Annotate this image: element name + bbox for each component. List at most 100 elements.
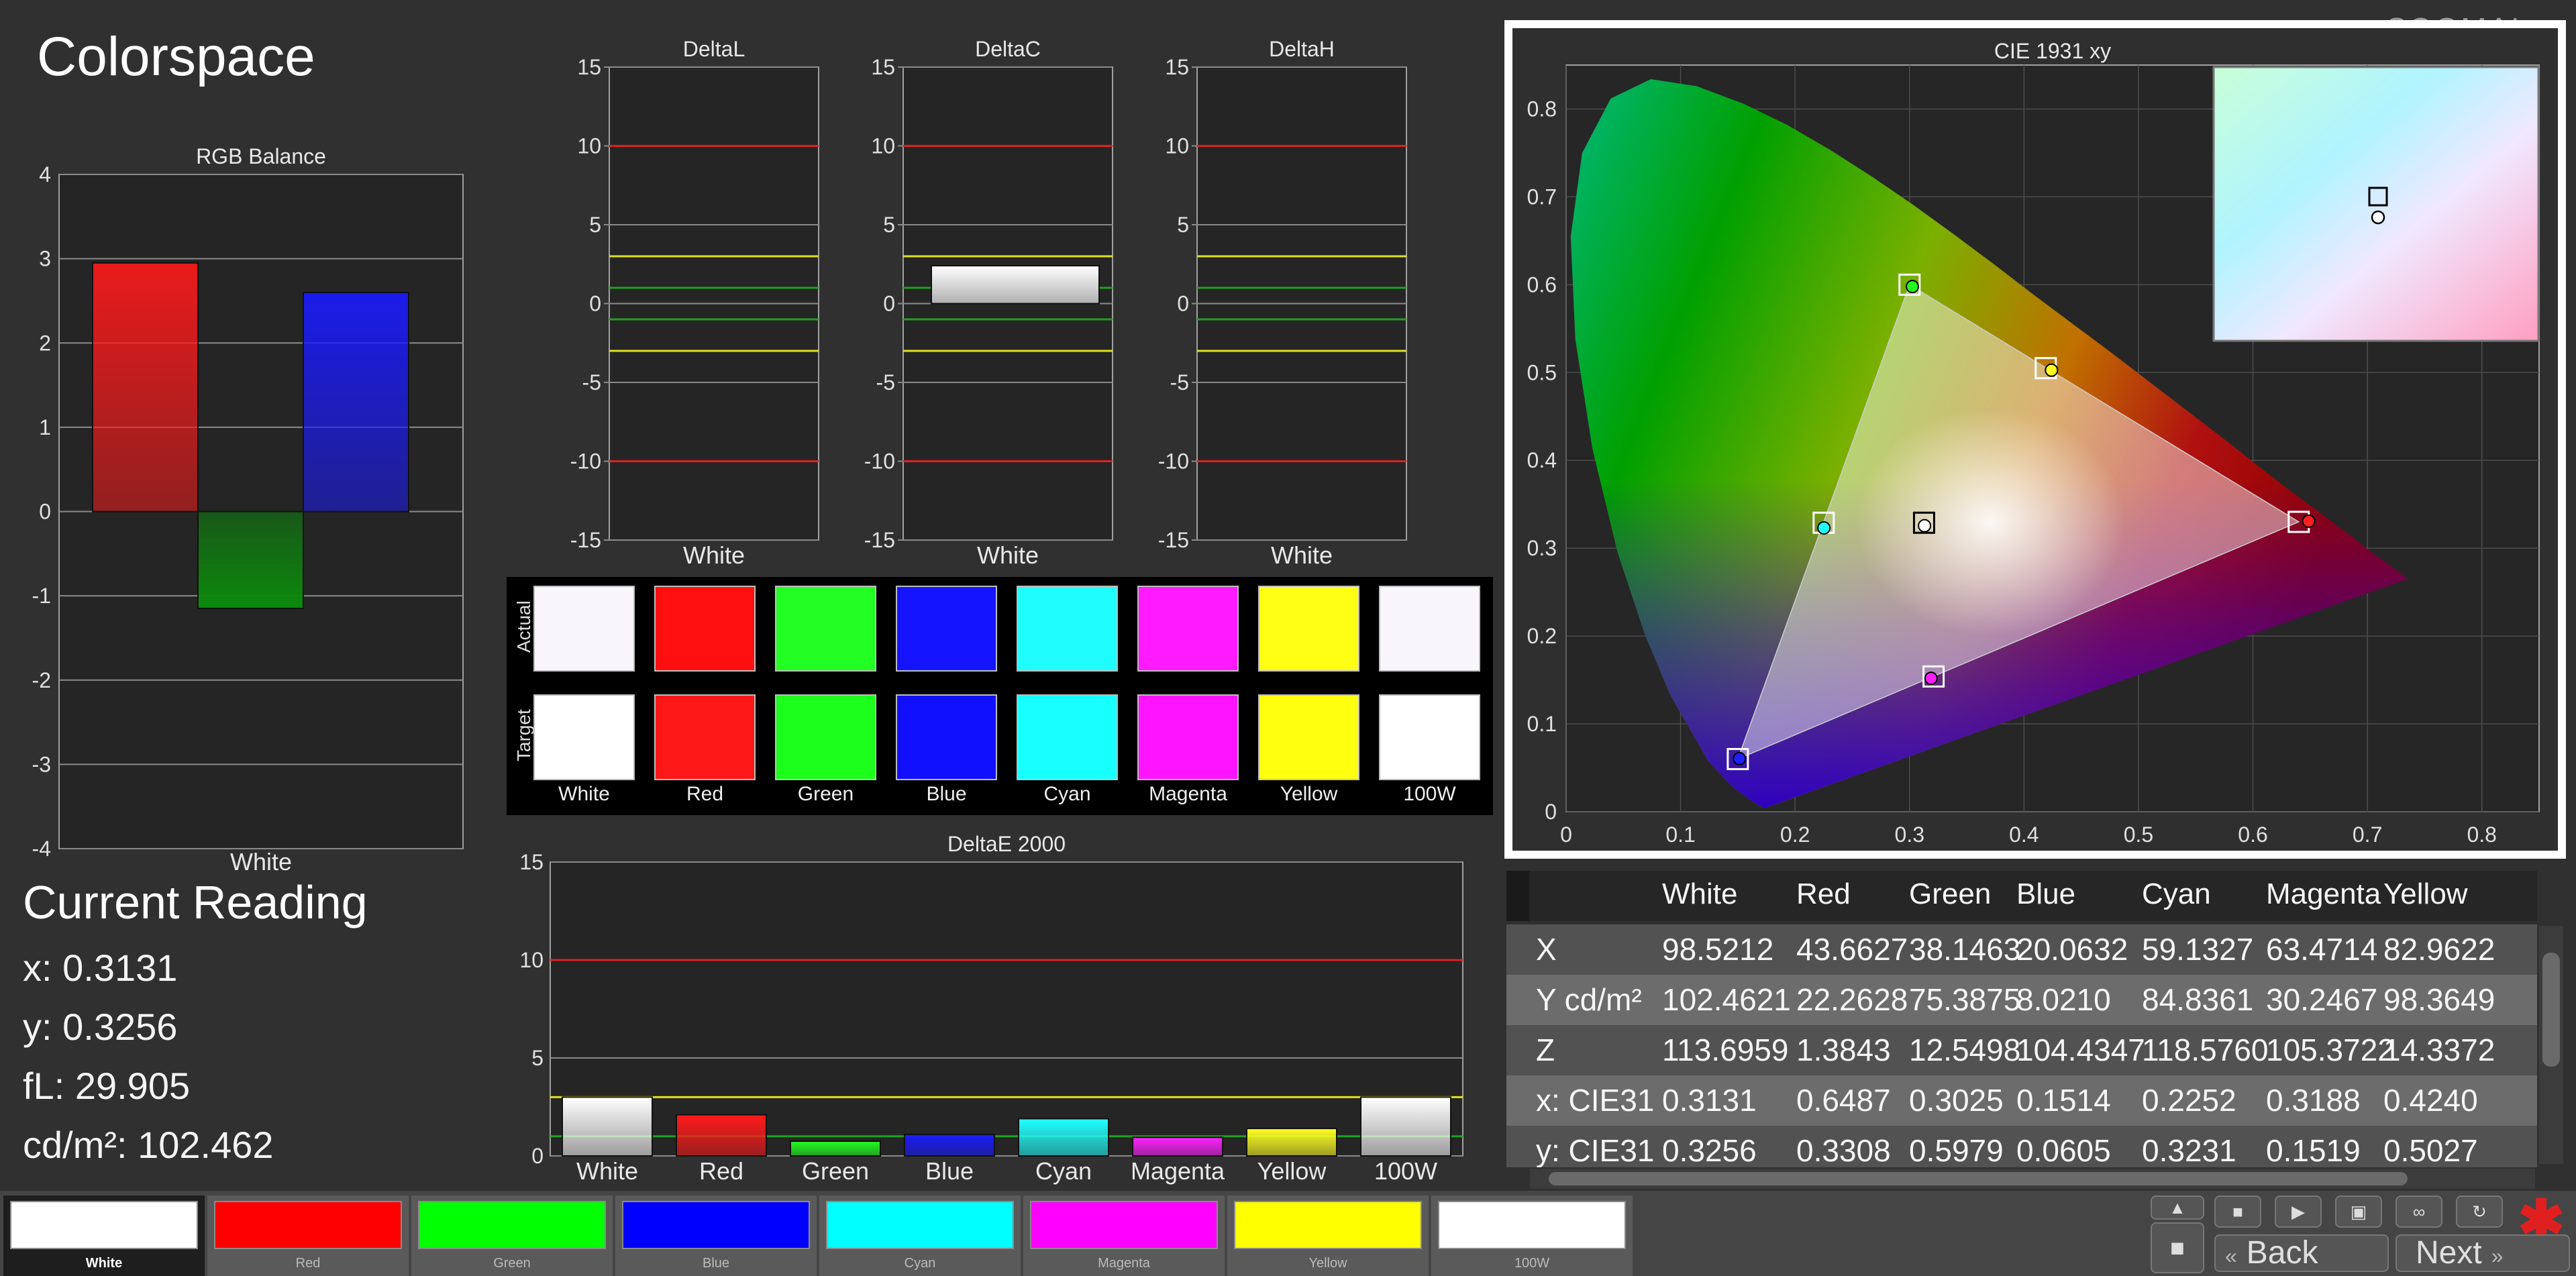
scroll-up-button[interactable]: ▲ [2151, 1195, 2204, 1220]
patch-button-100w[interactable]: 100W [1431, 1195, 1633, 1276]
deltaH-y-tick: -5 [1170, 370, 1189, 394]
table-cell: 1.3843 [1796, 1032, 1891, 1067]
chevron-right-icon: » [2491, 1244, 2504, 1268]
deltaH-y-tick: 5 [1177, 213, 1189, 237]
deltaH-y-tick: 0 [1177, 292, 1189, 316]
delta-e-x-label: Green [802, 1157, 869, 1185]
save-icon[interactable]: ▣ [2335, 1195, 2382, 1228]
patch-button-magenta[interactable]: Magenta [1023, 1195, 1225, 1276]
cie-y-tick: 0.2 [1527, 624, 1557, 648]
delta-e-y-tick: 0 [531, 1144, 544, 1168]
swatch-actual-white [533, 586, 635, 672]
deltaC-x-label: White [977, 541, 1039, 569]
table-cell: 38.1463 [1909, 932, 2021, 967]
patch-button-green[interactable]: Green [411, 1195, 613, 1276]
delta-e-x-label: Yellow [1257, 1157, 1327, 1185]
stop-icon[interactable]: ■ [2214, 1195, 2261, 1228]
swatch-target-100w [1379, 694, 1480, 780]
reading-y: y: 0.3256 [23, 1006, 178, 1048]
deltaL-y-tick: -10 [570, 449, 601, 474]
back-button[interactable]: « Back [2214, 1234, 2389, 1272]
deltaC-y-tick: 15 [871, 55, 895, 79]
delta-l-chart: DeltaL 15 10 5 0 -5 -10 -15 White [570, 37, 819, 569]
deltaC-y-tick: 10 [871, 134, 895, 158]
deltaH-title: DeltaH [1269, 37, 1335, 61]
patch-button-yellow[interactable]: Yellow [1227, 1195, 1429, 1276]
patch-button-white[interactable]: White [3, 1195, 205, 1276]
next-button[interactable]: Next » [2395, 1234, 2570, 1272]
rgb-y-tick: 0 [39, 500, 51, 524]
cie-zoom-measured-point [2371, 210, 2385, 225]
cie-y-tick: 0.5 [1527, 360, 1557, 384]
delta-e-x-label: 100W [1374, 1157, 1437, 1185]
cie-measured-point [1924, 672, 1938, 686]
table-vertical-scrollbar[interactable] [2539, 926, 2563, 1164]
delta-e-plot-area [550, 861, 1463, 1157]
delta-e-bar-red [676, 1114, 767, 1157]
rgb-y-tick: 4 [39, 162, 51, 187]
cie-x-tick: 0.1 [1665, 822, 1695, 847]
cie-y-tick: 0.1 [1527, 712, 1557, 736]
table-row[interactable]: Y cd/m² 102.4621 22.2628 75.3875 8.0210 84.83… [1506, 975, 2537, 1025]
patch-button-red[interactable]: Red [207, 1195, 409, 1276]
table-row[interactable]: x: CIE31 0.3131 0.6487 0.3025 0.1514 0.2252 0.… [1506, 1075, 2537, 1126]
loop-icon[interactable]: ∞ [2395, 1195, 2442, 1228]
table-row[interactable]: Z 113.6959 1.3843 12.5498 104.4347 118.5760 10… [1506, 1025, 2537, 1075]
table-cell: 102.4621 [1662, 982, 1791, 1017]
stop-square-button[interactable]: ■ [2151, 1222, 2204, 1273]
table-row[interactable]: X 98.5212 43.6627 38.1463 20.0632 59.1327 63.4… [1506, 924, 2537, 975]
measurement-table: White Red Green Blue Cyan Magenta Yellow X 98.52… [1506, 871, 2537, 1167]
horizontal-scroll-thumb[interactable] [1549, 1172, 2408, 1185]
delta-e-bar-100w [1360, 1096, 1451, 1157]
patch-label: Blue [702, 1256, 730, 1271]
patch-color [418, 1201, 606, 1249]
table-cell: 63.4714 [2266, 932, 2378, 967]
cie-y-tick: 0.4 [1527, 448, 1557, 472]
patch-label: Red [295, 1256, 321, 1271]
table-cell: 43.6627 [1796, 932, 1908, 967]
cie-x-tick: 0 [1560, 822, 1572, 847]
table-cell: 75.3875 [1909, 982, 2021, 1017]
table-cell: 22.2628 [1796, 982, 1908, 1017]
deltaC-y-tick: 5 [883, 213, 895, 237]
swatch-target-white [533, 694, 635, 780]
deltaC-y-tick: -10 [864, 449, 895, 474]
cie-y-tick: 0.7 [1527, 184, 1557, 209]
patch-label: Green [493, 1256, 531, 1271]
refresh-icon[interactable]: ↻ [2456, 1195, 2503, 1228]
back-label: Back [2246, 1235, 2318, 1271]
table-cell: 98.3649 [2383, 982, 2495, 1017]
chevron-left-icon: « [2225, 1244, 2237, 1268]
patch-color [826, 1201, 1014, 1249]
table-cell: 0.3256 [1662, 1133, 1757, 1167]
table-row[interactable]: y: CIE31 0.3256 0.3308 0.5979 0.0605 0.3231 0.… [1506, 1126, 2537, 1167]
patch-label: Cyan [904, 1256, 936, 1271]
table-cell: 12.5498 [1909, 1032, 2021, 1067]
table-cell: 98.5212 [1662, 932, 1774, 967]
swatch-actual-cyan [1017, 586, 1118, 672]
deltaC-title: DeltaC [975, 37, 1041, 61]
table-cell: 0.5027 [2383, 1133, 2478, 1167]
play-icon[interactable]: ▶ [2275, 1195, 2322, 1228]
table-horizontal-scrollbar[interactable] [1530, 1169, 2535, 1189]
deltaL-y-tick: 10 [577, 134, 601, 158]
rgb-y-tick: -1 [32, 584, 51, 608]
table-cell: 0.1514 [2016, 1083, 2111, 1118]
table-header-cell: White [1662, 878, 1738, 910]
page-title: Colorspace [37, 26, 315, 87]
swatch-actual-blue [896, 586, 997, 672]
table-row-label: Y cd/m² [1536, 982, 1642, 1017]
patch-button-blue[interactable]: Blue [615, 1195, 817, 1276]
cie-x-tick: 0.2 [1780, 822, 1810, 847]
delta-e-x-label: White [576, 1157, 638, 1185]
vertical-scroll-thumb[interactable] [2542, 953, 2560, 1067]
current-reading-title: Current Reading [23, 876, 368, 928]
patch-button-cyan[interactable]: Cyan [819, 1195, 1021, 1276]
table-cell: 0.4240 [2383, 1083, 2478, 1118]
deltaH-y-tick: -15 [1158, 528, 1189, 552]
table-header-cell: Blue [2016, 878, 2076, 910]
cie-y-tick: 0.3 [1527, 536, 1557, 560]
table-cell: 0.3131 [1662, 1083, 1757, 1118]
delta-e-title: DeltaE 2000 [947, 832, 1066, 856]
delta-e-x-label: Cyan [1035, 1157, 1092, 1185]
